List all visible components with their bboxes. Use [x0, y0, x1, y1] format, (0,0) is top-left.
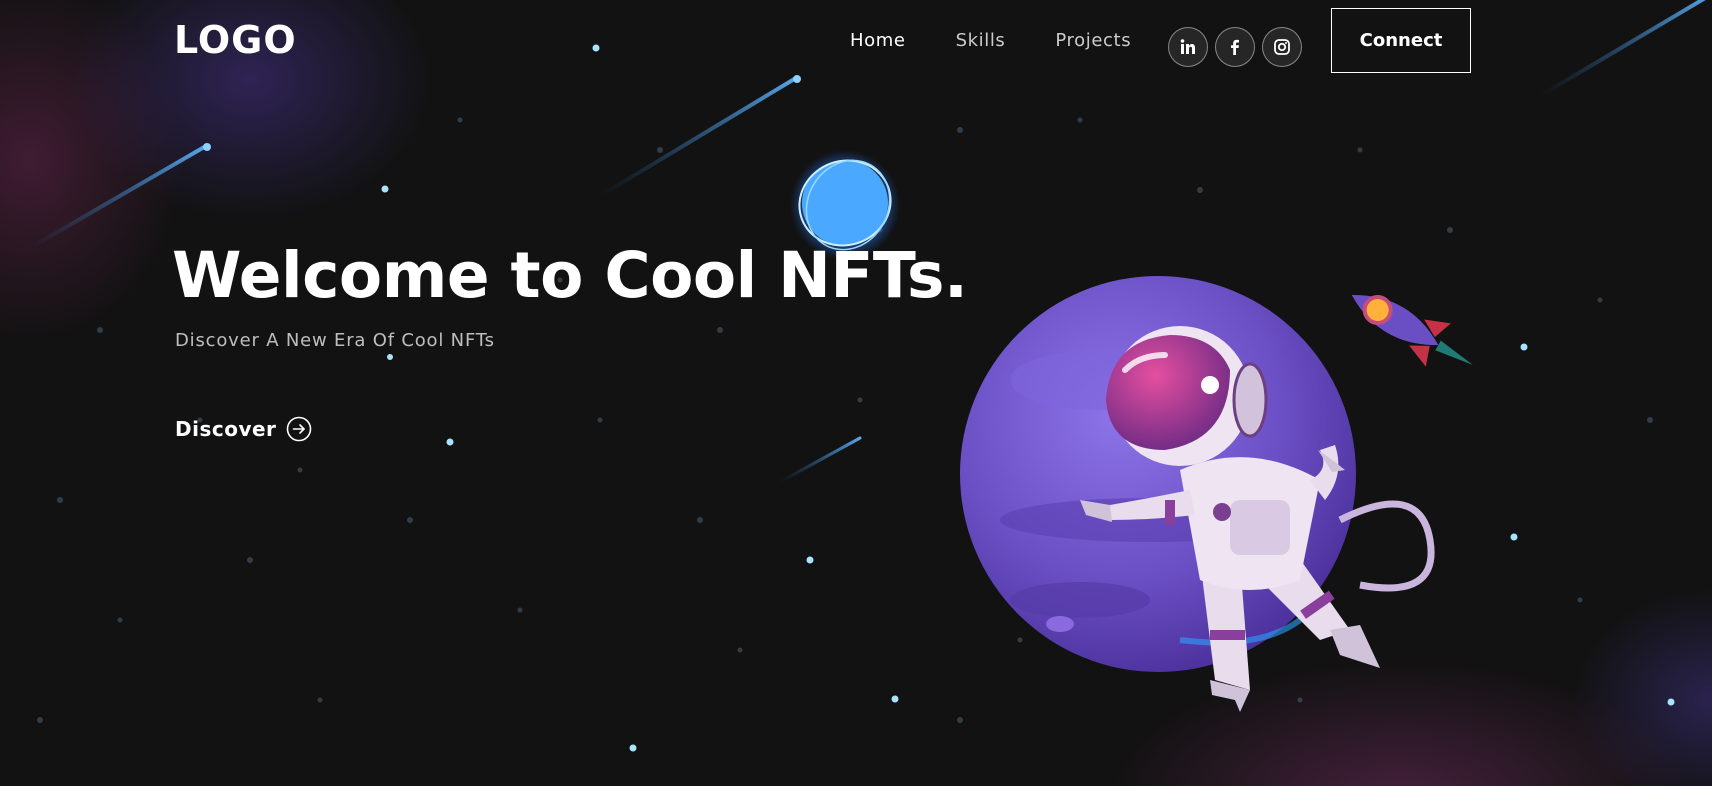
astronaut-illustration	[960, 276, 1473, 712]
discover-label: Discover	[175, 417, 277, 441]
nav-link-projects[interactable]: Projects	[1055, 26, 1131, 56]
social-icons	[1168, 27, 1309, 67]
hero-title: Welcome to Cool NFTs.	[172, 239, 968, 312]
nav-links: Home Skills Projects	[850, 26, 1181, 56]
connect-button[interactable]: Connect	[1331, 8, 1471, 73]
logo[interactable]: LOGO	[174, 18, 297, 62]
linkedin-button[interactable]	[1168, 27, 1208, 67]
hero-subtitle: Discover A New Era Of Cool NFTs	[175, 330, 495, 351]
instagram-icon	[1274, 39, 1290, 55]
rocket	[1351, 294, 1473, 367]
facebook-button[interactable]	[1215, 27, 1255, 67]
facebook-icon	[1231, 39, 1239, 55]
nav-link-home[interactable]: Home	[850, 26, 906, 56]
nav-link-skills[interactable]: Skills	[956, 26, 1006, 56]
instagram-button[interactable]	[1262, 27, 1302, 67]
discover-button[interactable]: Discover	[175, 414, 312, 444]
navbar: LOGO Home Skills Projects Connect	[0, 0, 1712, 80]
arrow-right-circle-icon	[287, 416, 312, 442]
page: LOGO Home Skills Projects Connect Welcom…	[0, 0, 1712, 786]
linkedin-icon	[1180, 39, 1195, 54]
